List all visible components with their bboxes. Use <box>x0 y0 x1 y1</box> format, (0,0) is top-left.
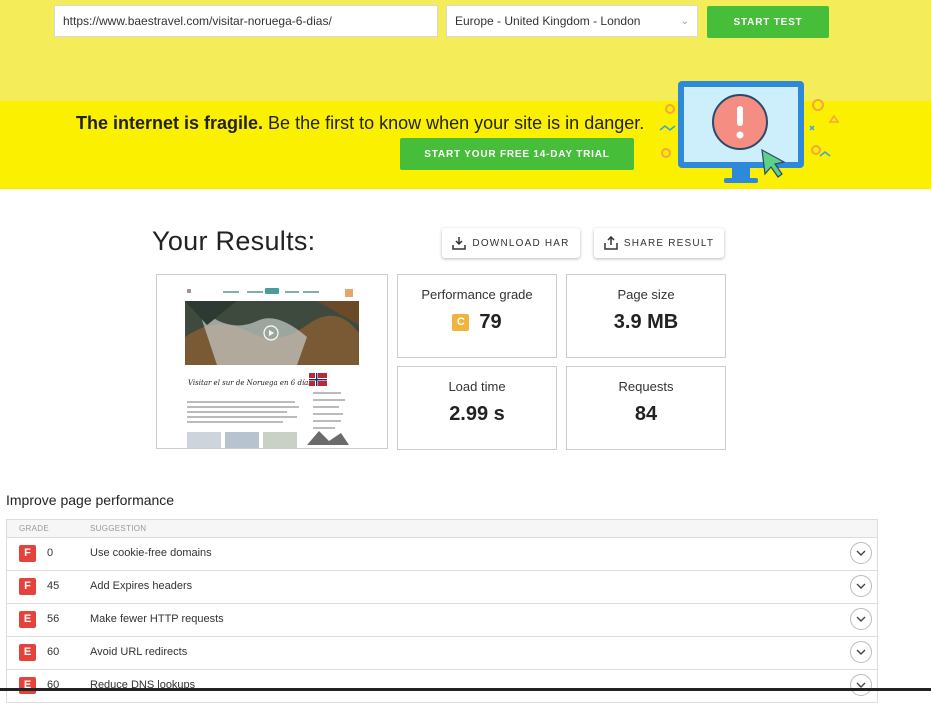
promo-bold: The internet is fragile. <box>76 113 264 133</box>
location-select[interactable]: Europe - United Kingdom - London ⌄ <box>446 5 698 37</box>
location-value: Europe - United Kingdom - London <box>455 14 641 28</box>
row-suggestion: Use cookie-free domains <box>90 547 212 559</box>
page-size-card: Page size 3.9 MB <box>566 274 726 358</box>
improve-heading: Improve page performance <box>6 492 175 508</box>
row-score: 60 <box>47 646 60 658</box>
promo-message: Be the first to know when your site is i… <box>263 113 645 133</box>
row-grade-badge: E <box>19 611 36 628</box>
performance-grade-value-wrap: C 79 <box>398 311 556 334</box>
download-har-button[interactable]: DOWNLOAD HAR <box>442 228 580 258</box>
expand-row-button[interactable] <box>850 641 872 663</box>
table-row[interactable]: E 60 Reduce DNS lookups <box>7 670 877 703</box>
expand-row-button[interactable] <box>850 608 872 630</box>
requests-label: Requests <box>618 379 674 394</box>
page-size-value: 3.9 MB <box>613 311 679 333</box>
download-icon <box>452 237 467 250</box>
page-thumbnail: Visitar el sur de Noruega en 6 días <box>185 283 359 448</box>
expand-row-button[interactable] <box>850 542 872 564</box>
page-screenshot-preview: Visitar el sur de Noruega en 6 días <box>156 274 388 449</box>
chevron-down-icon <box>856 616 866 622</box>
grade-badge: C <box>452 314 470 331</box>
row-suggestion: Make fewer HTTP requests <box>90 613 224 625</box>
row-suggestion: Avoid URL redirects <box>90 646 188 658</box>
suggestions-table: GRADE SUGGESTION F 0 Use cookie-free dom… <box>6 519 878 703</box>
requests-value: 84 <box>634 403 658 425</box>
results-title: Your Results: <box>152 226 316 256</box>
start-trial-button[interactable]: START YOUR FREE 14-DAY TRIAL <box>400 138 634 170</box>
row-grade-badge: E <box>19 677 36 694</box>
table-row[interactable]: E 60 Avoid URL redirects <box>7 637 877 670</box>
column-suggestion: SUGGESTION <box>90 524 147 533</box>
table-header: GRADE SUGGESTION <box>7 520 877 538</box>
load-time-card: Load time 2.99 s <box>397 366 557 450</box>
performance-grade-label: Performance grade <box>421 287 533 302</box>
monitor-alert-illustration <box>659 81 840 183</box>
page-size-label: Page size <box>617 287 675 302</box>
table-row[interactable]: F 0 Use cookie-free domains <box>7 538 877 571</box>
row-grade-badge: E <box>19 644 36 661</box>
start-test-button[interactable]: START TEST <box>707 6 829 38</box>
chevron-down-icon <box>856 583 866 589</box>
chevron-down-icon <box>856 649 866 655</box>
row-grade-badge: F <box>19 578 36 595</box>
url-input[interactable] <box>54 5 438 37</box>
chevron-down-icon <box>856 550 866 556</box>
row-score: 45 <box>47 580 60 592</box>
share-result-button[interactable]: SHARE RESULT <box>594 228 724 258</box>
share-icon <box>604 236 618 250</box>
table-row[interactable]: E 56 Make fewer HTTP requests <box>7 604 877 637</box>
chevron-down-icon: ⌄ <box>680 15 689 27</box>
share-result-label: SHARE RESULT <box>623 237 715 249</box>
row-grade-badge: F <box>19 545 36 562</box>
performance-grade-value: 79 <box>479 311 502 333</box>
expand-row-button[interactable] <box>850 674 872 696</box>
load-time-value: 2.99 s <box>449 403 505 425</box>
row-suggestion: Add Expires headers <box>90 580 193 592</box>
load-time-label: Load time <box>448 379 506 394</box>
column-grade: GRADE <box>19 524 49 533</box>
thumbnail-headline: Visitar el sur de Noruega en 6 días <box>188 379 312 387</box>
row-score: 56 <box>47 613 60 625</box>
promo-text: The internet is fragile. Be the first to… <box>76 113 644 134</box>
download-har-label: DOWNLOAD HAR <box>472 237 570 249</box>
requests-card: Requests 84 <box>566 366 726 450</box>
performance-grade-card: Performance grade C 79 <box>397 274 557 358</box>
row-score: 0 <box>47 547 54 559</box>
expand-row-button[interactable] <box>850 575 872 597</box>
table-row[interactable]: F 45 Add Expires headers <box>7 571 877 604</box>
